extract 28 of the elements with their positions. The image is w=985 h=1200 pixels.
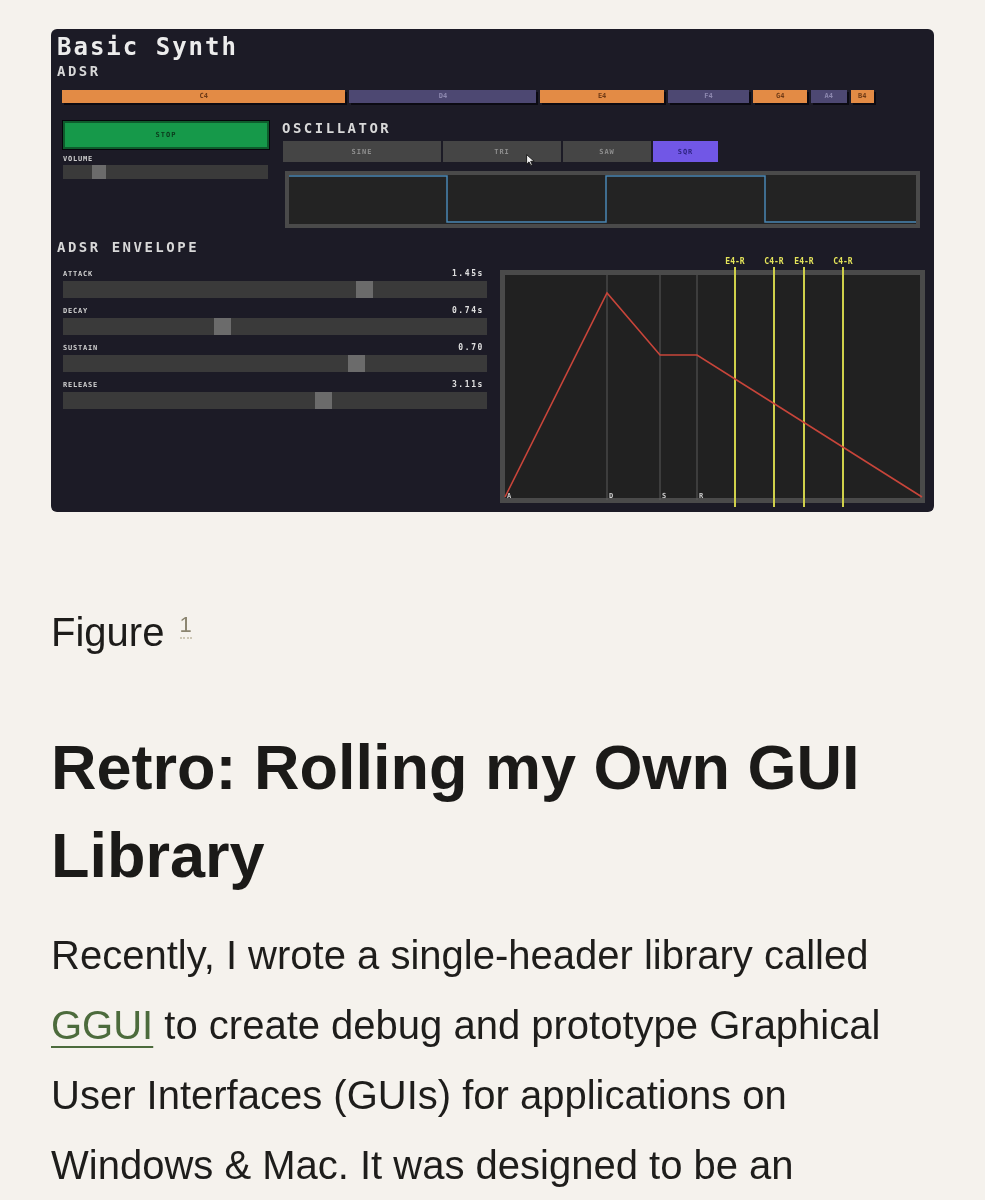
marker-label: E4-R — [725, 257, 745, 266]
slider-track[interactable] — [63, 392, 487, 409]
slider-track[interactable] — [63, 355, 487, 372]
marker-label: E4-R — [794, 257, 814, 266]
slider-track[interactable] — [63, 318, 487, 335]
slider-thumb[interactable] — [213, 318, 231, 335]
slider-thumb[interactable] — [356, 281, 374, 298]
figure-label: Figure — [51, 610, 165, 654]
marker-label: C4-R — [833, 257, 853, 266]
cursor-icon — [526, 154, 535, 166]
slider-value: 0.74s — [451, 306, 484, 316]
slider-value: 3.11s — [451, 380, 484, 390]
slider-value: 0.70 — [458, 343, 484, 353]
slider-value: 1.45s — [451, 269, 484, 279]
section-heading: OSCILLATOR — [282, 121, 392, 135]
ggui-link[interactable]: GGUI — [51, 1003, 154, 1047]
footnote-link[interactable]: 1 — [179, 612, 192, 639]
section-heading: ADSR ENVELOPE — [57, 240, 200, 254]
slider-thumb[interactable] — [91, 165, 106, 179]
slider-track[interactable] — [63, 281, 487, 298]
synth-title: Basic Synth — [57, 35, 238, 59]
article-paragraph: Recently, I wrote a single-header library called GGUI to create debug and prototype Graphical User Interfaces (GUIs) for applications on Windows & Mac. It was designed to be an — [51, 932, 882, 1189]
slider-thumb[interactable] — [347, 355, 365, 372]
volume-slider[interactable] — [63, 165, 268, 179]
marker-label: C4-R — [764, 257, 784, 266]
section-heading: ADSR — [57, 64, 101, 78]
slider-thumb[interactable] — [315, 392, 333, 409]
article-title: Retro: Rolling my Own GUI Library — [51, 731, 861, 892]
